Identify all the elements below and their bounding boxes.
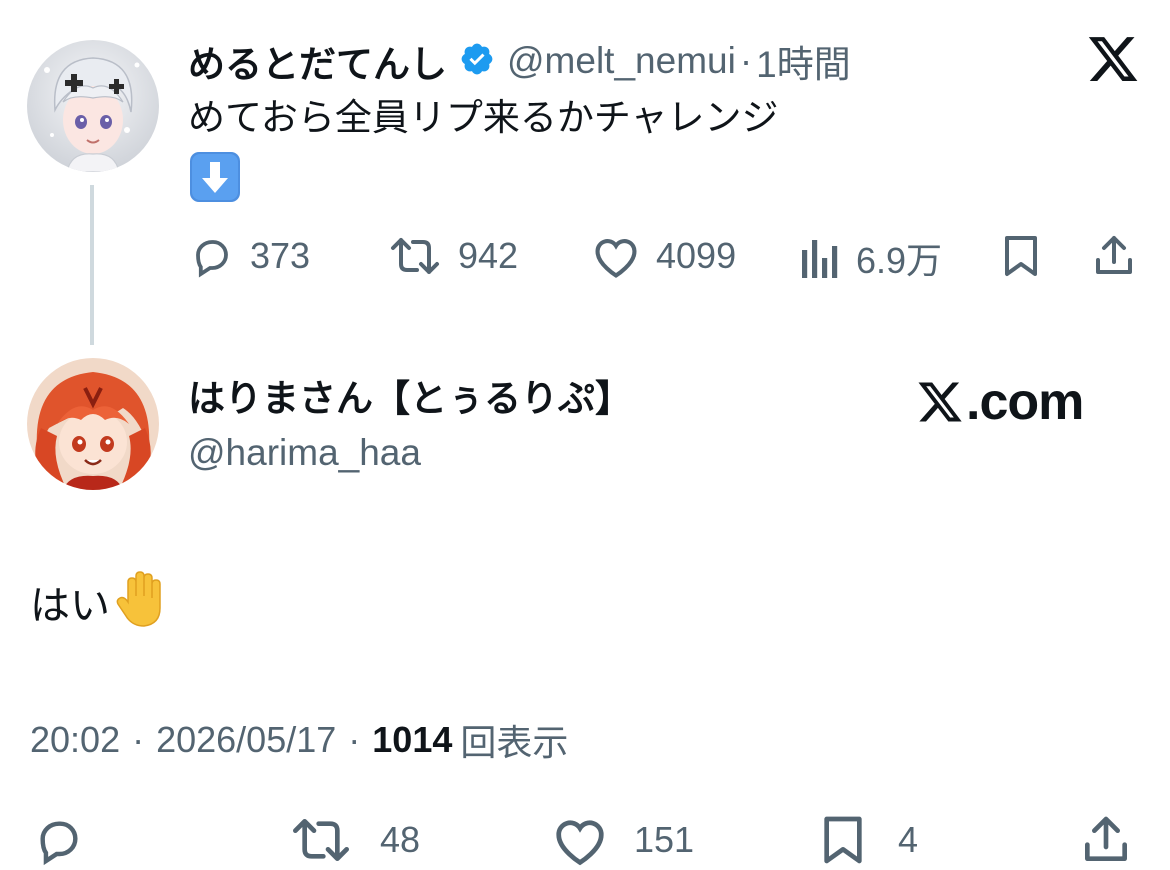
reply-avatar[interactable] — [27, 358, 159, 490]
parent-share-action[interactable] — [1090, 232, 1138, 280]
avatar-image — [27, 40, 159, 172]
parent-tweet-text: めておら全員リプ来るかチャレンジ — [188, 97, 779, 138]
separator-dot: · — [739, 40, 753, 81]
bookmark-icon — [824, 816, 862, 864]
parent-handle[interactable]: @melt_nemui — [507, 40, 736, 82]
parent-bookmark-action[interactable] — [998, 232, 1044, 280]
views-icon — [802, 240, 838, 278]
reply-view-label: 回表示 — [460, 722, 569, 763]
retweet-icon — [391, 238, 439, 274]
retweet-icon — [293, 819, 349, 861]
parent-time[interactable]: 1時間 — [756, 34, 851, 88]
reply-date[interactable]: 2026/05/17 — [156, 719, 336, 761]
thread-line — [90, 185, 94, 345]
x-com-text: .com — [966, 373, 1084, 431]
parent-header: めるとだてんし @melt_nemui · 1時間 — [188, 36, 851, 86]
heart-icon — [556, 820, 604, 866]
parent-like-action[interactable]: 4099 — [590, 232, 736, 280]
parent-reply-action[interactable]: 373 — [188, 232, 310, 280]
reply-meta: 20:02 · 2026/05/17 · 1014 回表示 — [30, 714, 568, 766]
share-icon — [1085, 816, 1127, 861]
reply-like-count: 151 — [634, 819, 695, 860]
views-count: 6.9万 — [856, 240, 943, 281]
raised-hand-emoji-icon — [114, 568, 172, 635]
share-icon — [1096, 236, 1132, 274]
down-arrow-emoji-icon — [188, 150, 242, 204]
separator-dot: · — [348, 719, 361, 760]
reply-tweet-text-row: はい — [30, 568, 172, 635]
parent-retweet-action[interactable]: 942 — [386, 232, 518, 280]
x-com-logo-icon — [918, 382, 962, 422]
reply-share-action[interactable] — [1078, 812, 1134, 868]
parent-author-name[interactable]: めるとだてんし — [188, 34, 447, 88]
verified-badge-icon — [459, 41, 495, 82]
x-logo[interactable] — [1086, 32, 1140, 86]
reply-bookmark-count: 4 — [898, 819, 919, 860]
reply-view-count: 1014 — [372, 719, 453, 760]
like-count: 4099 — [656, 235, 737, 276]
avatar-image — [27, 358, 159, 490]
retweet-count: 942 — [458, 235, 519, 276]
separator-dot: · — [132, 719, 145, 760]
reply-reply-action[interactable] — [30, 812, 88, 868]
reply-author-name[interactable]: はりまさん【とぅるりぷ】 — [188, 374, 632, 424]
reply-bookmark-action[interactable]: 4 — [816, 812, 918, 868]
reply-tweet-text: はい — [30, 583, 110, 628]
bookmark-icon — [1005, 236, 1037, 276]
parent-views-action[interactable]: 6.9万 — [798, 232, 942, 284]
reply-retweet-count: 48 — [380, 819, 421, 860]
x-com-brand: .com — [914, 372, 1084, 432]
heart-icon — [595, 239, 637, 278]
parent-avatar[interactable] — [27, 40, 159, 172]
reply-count: 373 — [250, 235, 311, 276]
x-logo-icon — [1088, 37, 1138, 81]
reply-retweet-action[interactable]: 48 — [288, 812, 420, 868]
reply-icon — [196, 240, 228, 278]
reply-like-action[interactable]: 151 — [550, 812, 694, 868]
reply-icon — [40, 821, 78, 866]
reply-handle[interactable]: @harima_haa — [188, 428, 421, 478]
reply-timestamp[interactable]: 20:02 — [30, 719, 120, 761]
